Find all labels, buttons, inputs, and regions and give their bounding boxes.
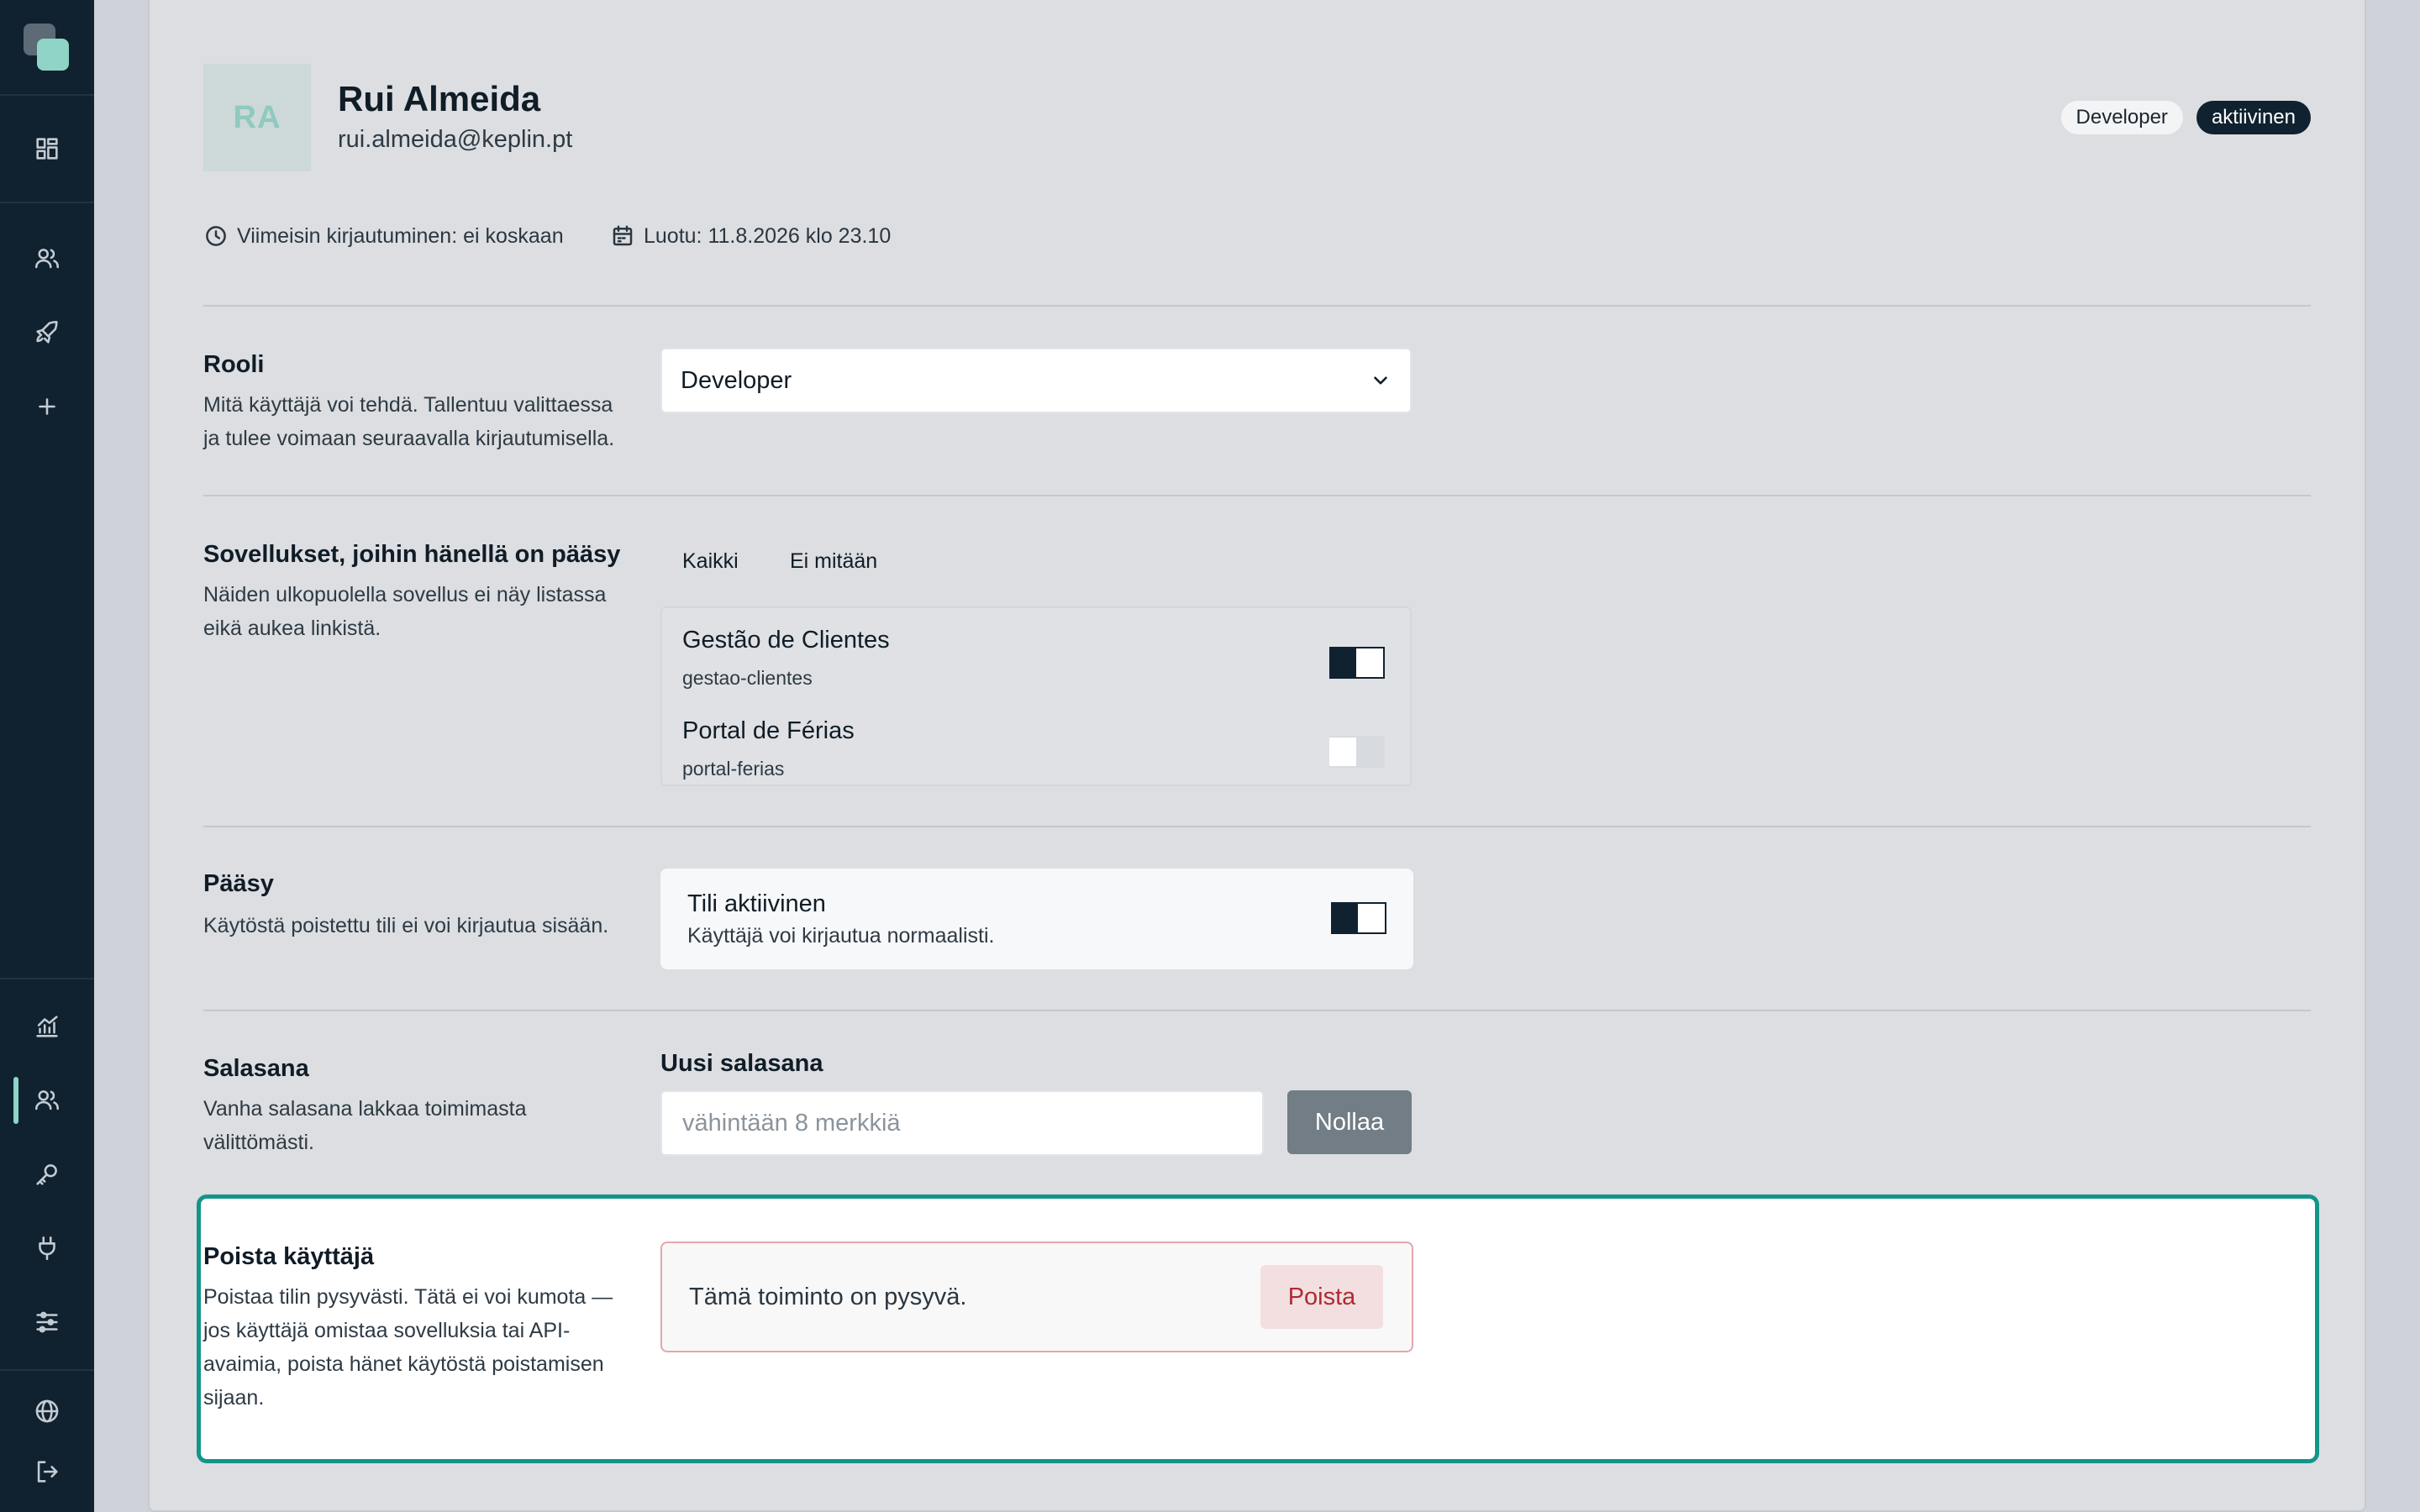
app-slug: gestao-clientes	[682, 667, 813, 689]
role-select[interactable]: Developer	[660, 348, 1412, 413]
app-logo[interactable]	[24, 24, 72, 72]
calendar-icon	[613, 225, 633, 246]
access-description: Käytöstä poistettu tili ei voi kirjautua…	[203, 914, 609, 937]
status-badge: aktiivinen	[2196, 101, 2311, 134]
new-password-label: Uusi salasana	[660, 1050, 823, 1077]
sidebar-item-people[interactable]	[29, 240, 66, 277]
role-select-value: Developer	[681, 366, 792, 394]
sidebar-item-dashboard[interactable]	[29, 130, 66, 167]
chevron-down-icon	[1374, 376, 1387, 385]
role-description: Mitä käyttäjä voi tehdä. Tallentuu valit…	[203, 393, 615, 450]
role-badge: Developer	[2060, 101, 2183, 134]
clock-icon	[206, 226, 226, 246]
apps-list: Gestão de Clientes gestao-clientes Porta…	[660, 606, 1412, 786]
list-item: Gestão de Clientes gestao-clientes	[682, 622, 1393, 702]
last-login-text: Viimeisin kirjautuminen: ei koskaan	[237, 223, 564, 248]
app-slug: portal-ferias	[682, 758, 785, 780]
section-divider	[203, 305, 2311, 307]
select-all-button[interactable]: Kaikki	[682, 549, 739, 574]
sidebar-item-integrations[interactable]	[29, 1230, 66, 1267]
sidebar-item-users[interactable]	[29, 1082, 66, 1119]
sidebar-item-logout[interactable]	[29, 1453, 66, 1490]
section-divider	[203, 1010, 2311, 1011]
account-active-toggle[interactable]	[1331, 902, 1386, 934]
account-active-box: Tili aktiivinen Käyttäjä voi kirjautua n…	[660, 869, 1413, 969]
section-divider	[203, 495, 2311, 496]
apps-description: Näiden ulkopuolella sovellus ei näy list…	[203, 583, 607, 640]
sliders-icon	[36, 1311, 58, 1333]
sidebar-divider	[0, 94, 94, 96]
app-access-toggle[interactable]	[1329, 647, 1385, 679]
account-active-description: Käyttäjä voi kirjautua normaalisti.	[687, 924, 995, 948]
sidebar-divider	[0, 978, 94, 979]
users-icon	[34, 1090, 60, 1110]
last-login: Viimeisin kirjautuminen: ei koskaan	[203, 223, 564, 249]
section-divider	[203, 826, 2311, 827]
plus-icon	[39, 398, 55, 415]
created-date: Luotu: 11.8.2026 klo 23.10	[610, 223, 891, 249]
password-title: Salasana	[203, 1055, 309, 1082]
new-password-input[interactable]	[660, 1090, 1264, 1156]
user-email: rui.almeida@keplin.pt	[338, 126, 573, 153]
sidebar-item-analytics[interactable]	[29, 1008, 66, 1045]
user-badges: Developer aktiivinen	[2060, 101, 2311, 134]
user-name: Rui Almeida	[338, 79, 541, 118]
access-title: Pääsy	[203, 870, 274, 897]
app-name: Gestão de Clientes	[682, 627, 890, 654]
role-title: Rooli	[203, 351, 265, 378]
app-access-toggle[interactable]	[1329, 736, 1385, 768]
analytics-icon	[36, 1016, 58, 1037]
users-icon	[34, 249, 60, 269]
reset-password-button[interactable]: Nollaa	[1287, 1090, 1412, 1154]
avatar: RA	[203, 64, 311, 171]
sidebar-divider	[0, 1369, 94, 1371]
sidebar	[0, 0, 94, 1512]
account-active-title: Tili aktiivinen	[687, 890, 826, 917]
sidebar-item-language[interactable]	[29, 1393, 66, 1430]
sidebar-item-add[interactable]	[29, 388, 66, 425]
app-name: Portal de Férias	[682, 717, 855, 744]
sidebar-item-api-keys[interactable]	[29, 1156, 66, 1193]
delete-title: Poista käyttäjä	[203, 1243, 375, 1270]
rocket-icon	[36, 320, 58, 344]
delete-warning-box: Tämä toiminto on pysyvä. Poista	[660, 1242, 1413, 1352]
sidebar-divider	[0, 202, 94, 203]
password-description: Vanha salasana lakkaa toimimasta välittö…	[203, 1097, 527, 1154]
globe-icon	[35, 1399, 59, 1423]
created-text: Luotu: 11.8.2026 klo 23.10	[644, 223, 892, 248]
sidebar-item-deploy[interactable]	[29, 314, 66, 351]
key-icon	[36, 1164, 57, 1185]
delete-description: Poistaa tilin pysyvästi. Tätä ei voi kum…	[203, 1285, 613, 1410]
logout-icon	[37, 1461, 58, 1483]
dashboard-icon	[36, 138, 58, 160]
delete-user-button[interactable]: Poista	[1260, 1265, 1383, 1329]
plug-icon	[39, 1236, 55, 1261]
select-none-button[interactable]: Ei mitään	[790, 549, 877, 574]
list-item: Portal de Férias portal-ferias	[682, 712, 1393, 793]
sidebar-item-settings[interactable]	[29, 1304, 66, 1341]
sidebar-active-indicator	[13, 1077, 18, 1124]
delete-warning-text: Tämä toiminto on pysyvä.	[689, 1284, 967, 1310]
apps-title: Sovellukset, joihin hänellä on pääsy	[203, 541, 621, 568]
